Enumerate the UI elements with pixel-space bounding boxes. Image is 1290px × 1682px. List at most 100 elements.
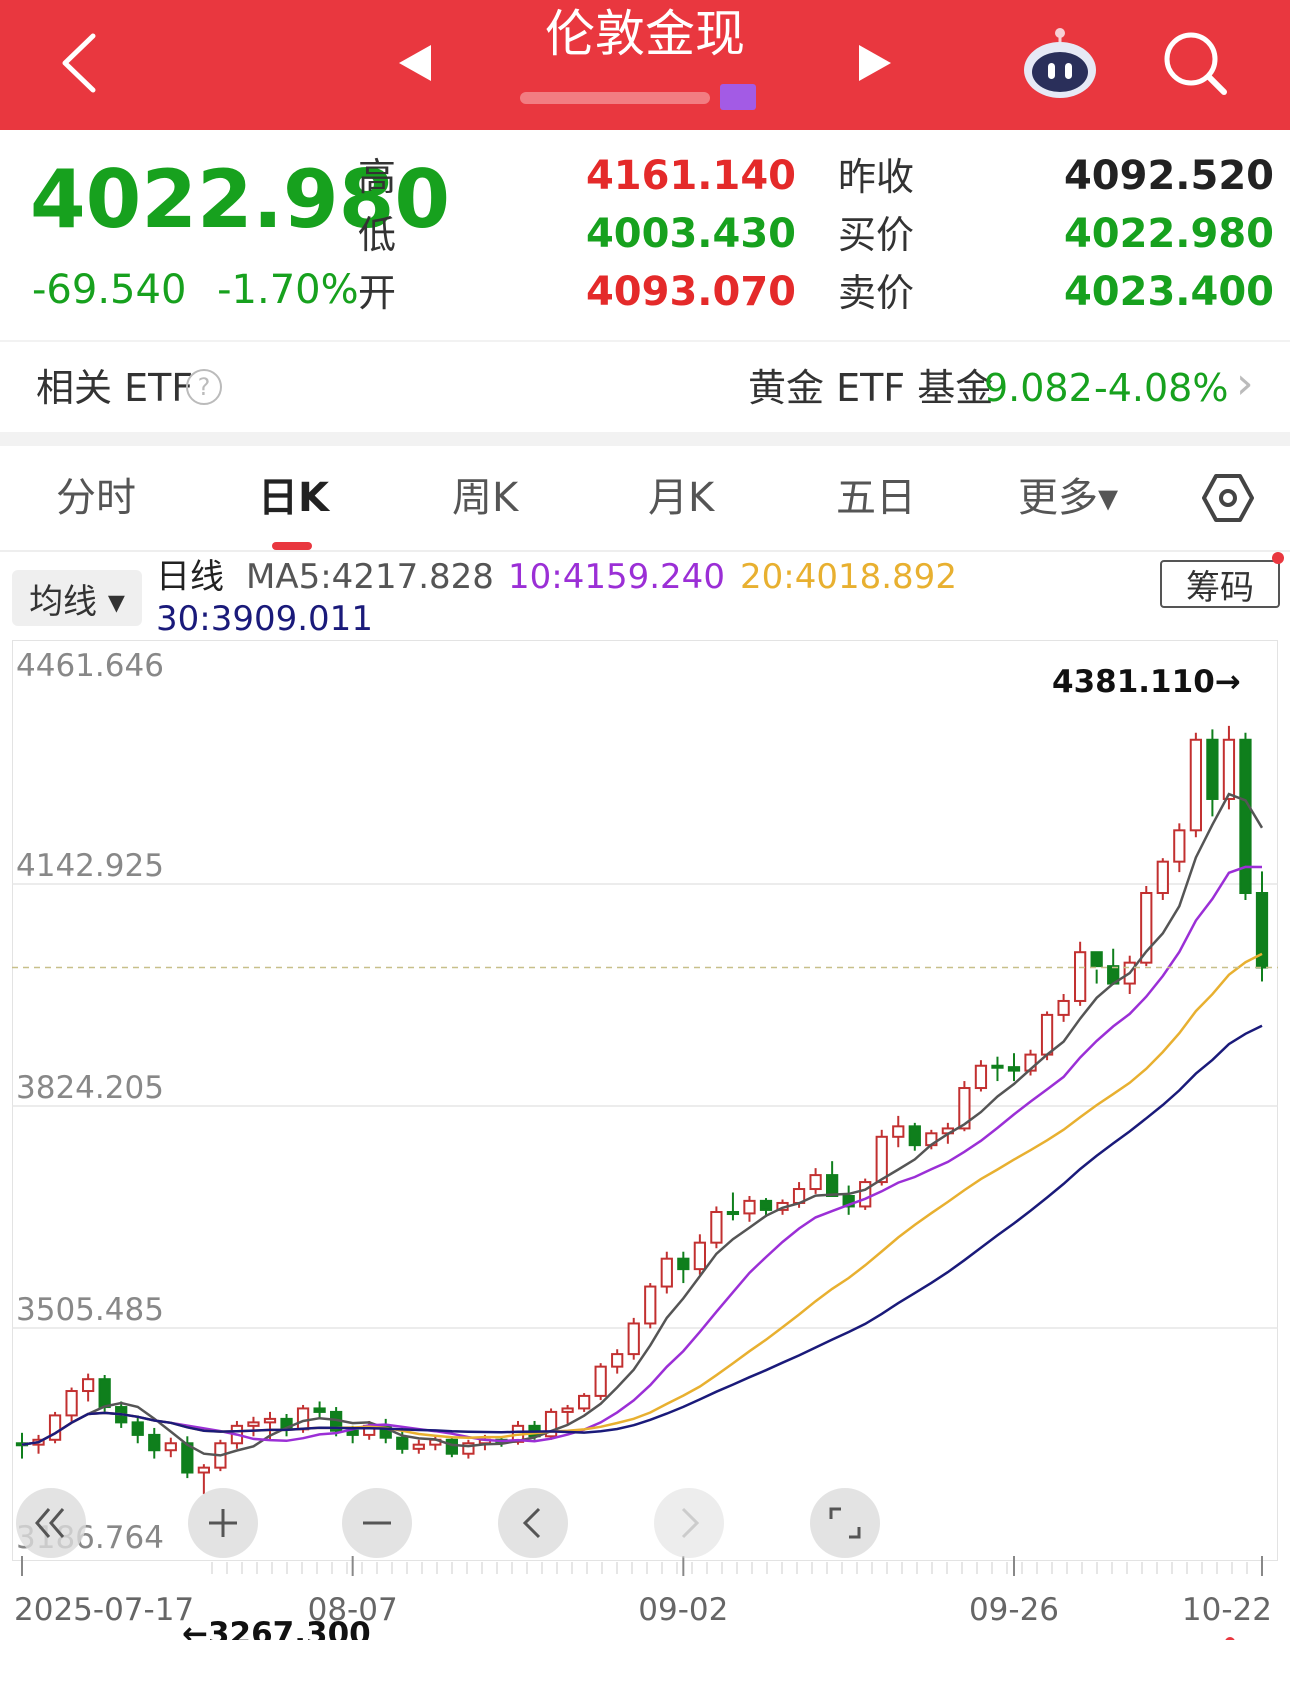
candle-up	[1173, 829, 1186, 863]
scroll-right-button[interactable]	[654, 1488, 724, 1558]
candle-up	[65, 1390, 78, 1417]
assistant-robot-button[interactable]	[1015, 18, 1105, 108]
candle-up	[859, 1181, 872, 1208]
y-tick-label: 4142.925	[16, 848, 164, 884]
candle-up	[1222, 738, 1236, 800]
candle-up	[1156, 860, 1169, 895]
bid-value: 4022.980	[1063, 211, 1274, 257]
page-title: 伦敦金现	[545, 5, 745, 63]
tab-intraday[interactable]: 分时	[56, 470, 136, 526]
scroll-indicator-dot	[1225, 1637, 1235, 1640]
candle-down	[148, 1433, 161, 1452]
candle-up	[594, 1365, 607, 1397]
candle-up	[710, 1211, 723, 1244]
candle-up	[892, 1125, 905, 1138]
candle-up	[578, 1394, 591, 1410]
x-tick-label: 10-22	[1182, 1592, 1272, 1628]
chevron-right-icon	[681, 1507, 700, 1539]
top-bar: 伦敦金现	[0, 0, 1290, 130]
candle-up	[197, 1466, 210, 1474]
chip-distribution-button[interactable]: 筹码	[1160, 560, 1280, 608]
candle-up	[82, 1378, 95, 1393]
change-amount: -69.540	[32, 267, 187, 313]
etf-fund-change: -4.08%	[1094, 366, 1229, 410]
candle-up	[611, 1353, 624, 1368]
tab-weekly-k[interactable]: 周K	[452, 470, 518, 526]
fullscreen-button[interactable]	[810, 1488, 880, 1558]
etf-fund-name: 黄金 ETF 基金	[748, 366, 994, 410]
ma30-value: 30:3909.011	[156, 599, 373, 639]
chevron-left-icon	[62, 33, 96, 93]
high-value: 4161.140	[585, 153, 796, 199]
help-icon[interactable]: ?	[186, 369, 222, 405]
double-chevron-left-icon	[35, 1508, 65, 1538]
triangle-left-icon	[399, 45, 431, 81]
hexagon-gear-icon	[1202, 474, 1254, 522]
candle-down	[826, 1174, 839, 1197]
candle-up	[1040, 1013, 1054, 1056]
bid-label: 买价	[838, 213, 915, 257]
ma10-value: 10:4159.240	[508, 557, 725, 597]
candle-up	[296, 1407, 310, 1431]
candle-up	[875, 1135, 888, 1184]
ask-value: 4023.400	[1063, 269, 1274, 315]
candle-up	[1074, 951, 1087, 1002]
candle-up	[743, 1199, 756, 1215]
x-tick-label: 08-07	[308, 1592, 398, 1628]
tab-daily-k[interactable]: 日K	[258, 470, 329, 526]
candle-up	[561, 1407, 574, 1413]
ma20-line	[21, 952, 1263, 1446]
search-button[interactable]	[1150, 18, 1240, 108]
candle-up	[1189, 738, 1202, 832]
chart-settings-button[interactable]	[1196, 466, 1260, 530]
low-value: 4003.430	[585, 211, 796, 257]
x-tick-label: 2025-07-17	[14, 1592, 194, 1628]
candle-up	[1057, 999, 1070, 1016]
candle-up	[412, 1443, 425, 1450]
ma20-value: 20:4018.892	[740, 557, 957, 597]
candle-up	[627, 1322, 640, 1356]
candle-up	[263, 1417, 277, 1424]
high-label: 高	[358, 155, 397, 199]
ma5-line	[21, 792, 1264, 1457]
candle-down	[313, 1407, 326, 1413]
tab-monthly-k[interactable]: 月K	[648, 470, 714, 526]
tab-more[interactable]: 更多▾	[1018, 470, 1118, 526]
ma5-value: MA5:4217.828	[246, 557, 494, 597]
low-label: 低	[358, 213, 397, 257]
candle-down	[131, 1421, 144, 1436]
open-value: 4093.070	[585, 269, 796, 315]
candle-up	[247, 1421, 260, 1427]
related-etf-row[interactable]: 相关 ETF ? 黄金 ETF 基金 9.082 -4.08% ›	[0, 345, 1290, 431]
max-price-label: 4381.110→	[1052, 664, 1241, 700]
candle-down	[1206, 738, 1219, 800]
scroll-left-button[interactable]	[498, 1488, 568, 1558]
tab-five-day[interactable]: 五日	[836, 470, 916, 526]
rewind-button[interactable]	[16, 1488, 86, 1558]
candle-down	[677, 1257, 690, 1271]
zoom-in-button[interactable]	[188, 1488, 258, 1558]
section-gap	[0, 432, 1290, 446]
active-tab-indicator	[272, 542, 312, 550]
next-instrument-button[interactable]	[830, 18, 920, 108]
etf-fund-price: 9.082	[984, 366, 1093, 410]
indicator-selector[interactable]: 均线 ▾	[12, 570, 142, 626]
back-button[interactable]	[35, 18, 125, 108]
candle-up	[644, 1285, 657, 1325]
candle-up	[693, 1241, 706, 1271]
triangle-right-icon	[859, 45, 891, 81]
divider	[0, 340, 1290, 342]
price-change: -69.540 -1.70%	[32, 262, 359, 318]
subtitle-obscured	[520, 84, 770, 110]
candlestick-chart[interactable]: 4461.6464142.9253824.2053505.4853186.764…	[12, 640, 1278, 1640]
ma30-line	[21, 1024, 1263, 1446]
candle-up	[974, 1064, 988, 1090]
ask-label: 卖价	[838, 271, 915, 315]
candle-down	[1007, 1066, 1021, 1072]
prev-close-label: 昨收	[838, 155, 915, 199]
candle-down	[908, 1125, 921, 1147]
candle-down	[1239, 738, 1252, 895]
zoom-out-button[interactable]	[342, 1488, 412, 1558]
y-tick-label: 3505.485	[16, 1292, 164, 1328]
candle-down	[991, 1064, 1004, 1069]
